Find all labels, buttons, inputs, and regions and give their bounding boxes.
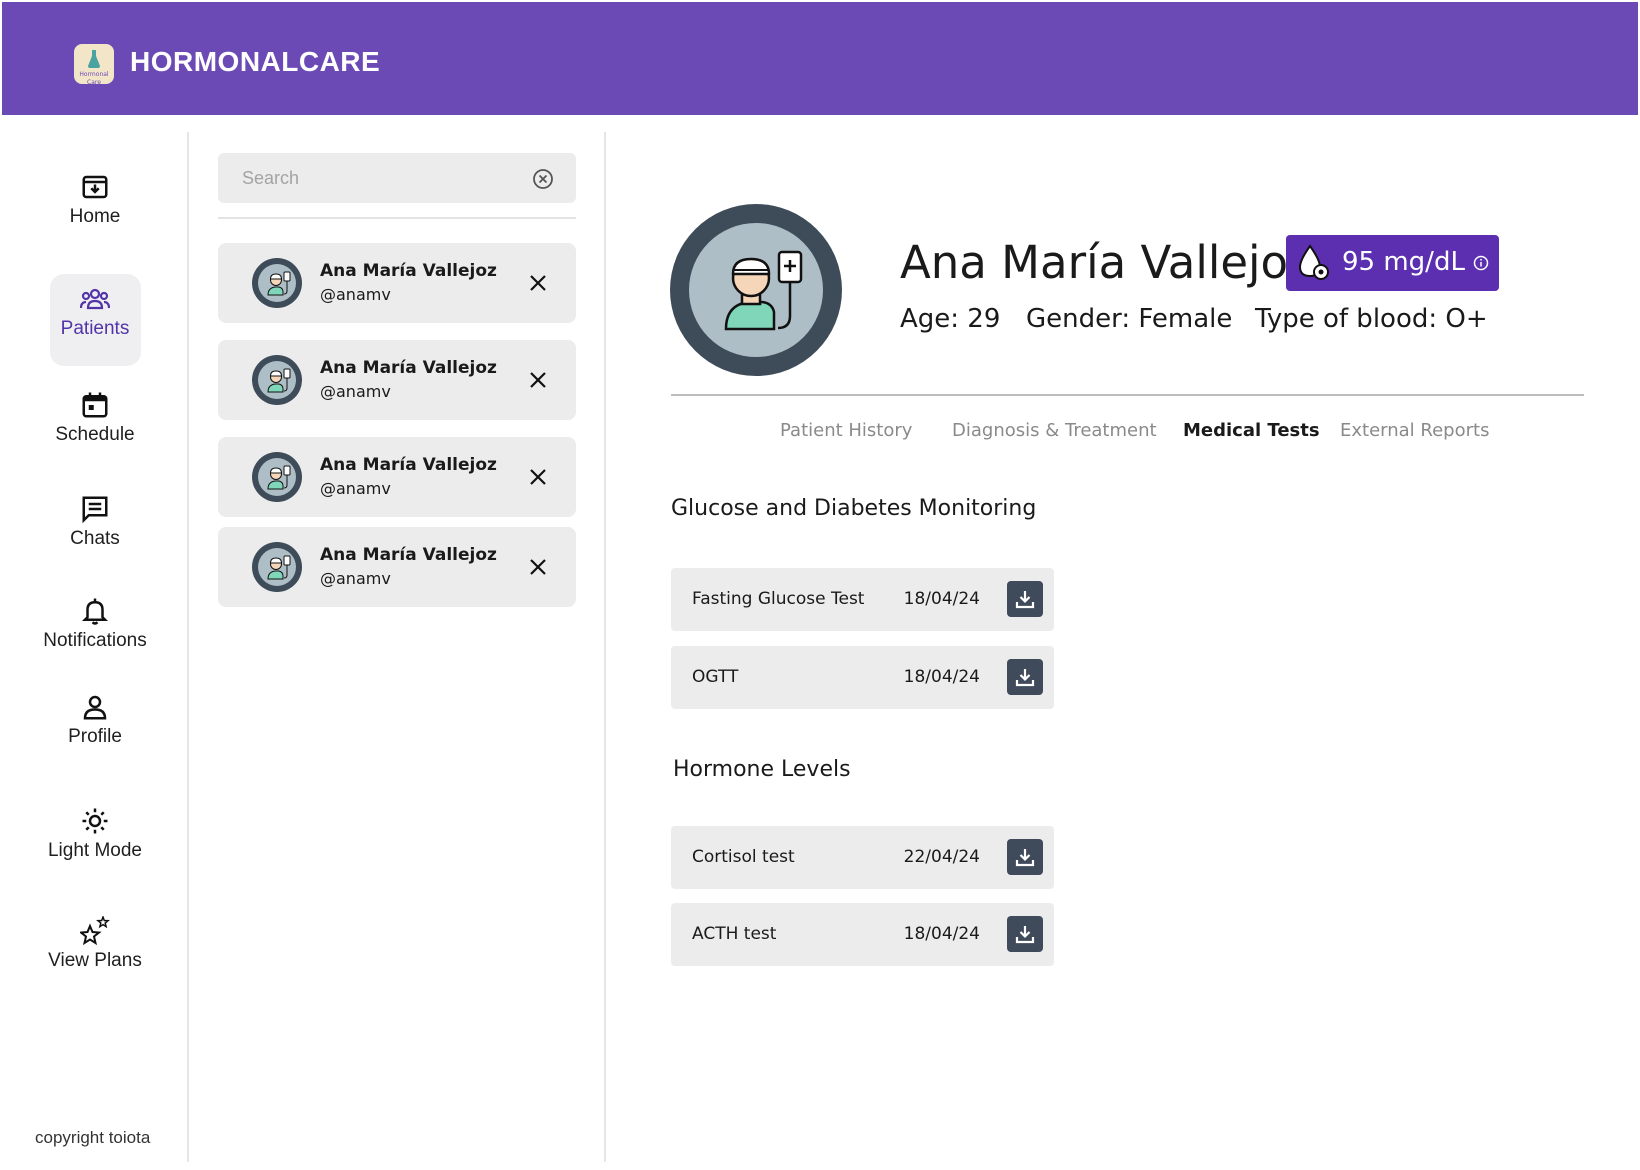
app-title: HORMONALCARE: [130, 46, 381, 77]
chat-icon: [82, 496, 108, 524]
patient-avatar-icon: [252, 258, 302, 308]
test-date: 18/04/24: [903, 589, 980, 609]
test-name: ACTH test: [692, 924, 777, 944]
stars-icon: [80, 916, 110, 946]
test-name: OGTT: [692, 667, 739, 687]
blood-drop-icon: [1298, 244, 1329, 280]
tab-patient-history[interactable]: Patient History: [780, 420, 912, 441]
nav-item-view-plans[interactable]: View Plans: [0, 916, 190, 1006]
patient-card-username: @anamv: [320, 285, 391, 304]
nav-label: Profile: [68, 726, 122, 747]
section-title-hormones: Hormone Levels: [673, 757, 851, 782]
patient-card[interactable]: Ana María Vallejoz @anamv: [218, 527, 576, 607]
sidebar-nav: Home Patients Schedule Chats Notificatio…: [0, 132, 188, 1162]
patient-avatar-icon: [252, 542, 302, 592]
bell-icon: [81, 598, 109, 625]
download-button[interactable]: [1007, 839, 1043, 875]
patient-card-username: @anamv: [320, 569, 391, 588]
patient-gender: Gender: Female: [1026, 304, 1233, 334]
patient-card-username: @anamv: [320, 479, 391, 498]
nav-label: Chats: [70, 528, 120, 549]
remove-patient-icon[interactable]: [528, 370, 548, 390]
search-divider: [218, 217, 576, 219]
logo-text: Hormonal Care: [79, 71, 109, 84]
patient-card-name: Ana María Vallejoz: [320, 455, 497, 475]
patient-age: Age: 29: [900, 304, 1001, 334]
patient-card-username: @anamv: [320, 382, 391, 401]
patient-card-name: Ana María Vallejoz: [320, 358, 497, 378]
test-row: Cortisol test 22/04/24: [671, 826, 1054, 889]
test-date: 18/04/24: [903, 667, 980, 687]
remove-patient-icon[interactable]: [528, 273, 548, 293]
tab-diagnosis-treatment[interactable]: Diagnosis & Treatment: [952, 420, 1157, 441]
search-input[interactable]: [242, 153, 522, 203]
remove-patient-icon[interactable]: [528, 557, 548, 577]
patient-card-name: Ana María Vallejoz: [320, 545, 497, 565]
nav-item-schedule[interactable]: Schedule: [0, 390, 190, 480]
clear-search-icon[interactable]: [532, 168, 554, 190]
nav-label: Light Mode: [47, 840, 142, 861]
nav-label: Schedule: [55, 424, 135, 445]
patient-avatar-icon: [252, 452, 302, 502]
download-icon: [1015, 849, 1035, 867]
calendar-icon: [82, 392, 108, 418]
info-icon[interactable]: [1473, 255, 1489, 271]
patient-blood-type: Type of blood: O+: [1255, 304, 1488, 334]
nav-item-home[interactable]: Home: [0, 172, 190, 262]
nav-item-notifications[interactable]: Notifications: [0, 596, 190, 686]
nav-item-light-mode[interactable]: Light Mode: [0, 806, 190, 896]
sidebar-divider: [187, 132, 189, 1162]
home-icon: [82, 175, 108, 199]
patient-card[interactable]: Ana María Vallejoz @anamv: [218, 243, 576, 323]
test-name: Cortisol test: [692, 847, 795, 867]
patient-card[interactable]: Ana María Vallejoz @anamv: [218, 437, 576, 517]
top-bar: Hormonal Care HORMONALCARE: [2, 2, 1638, 115]
nav-label: Patients: [60, 318, 130, 339]
patient-card[interactable]: Ana María Vallejoz @anamv: [218, 340, 576, 420]
search-box: [218, 153, 576, 203]
test-row: ACTH test 18/04/24: [671, 903, 1054, 966]
patient-avatar-icon: [252, 355, 302, 405]
test-date: 22/04/24: [903, 847, 980, 867]
profile-divider: [671, 394, 1584, 396]
nav-item-chats[interactable]: Chats: [0, 494, 190, 584]
test-row: Fasting Glucose Test 18/04/24: [671, 568, 1054, 631]
download-icon: [1015, 591, 1035, 609]
download-button[interactable]: [1007, 916, 1043, 952]
download-button[interactable]: [1007, 581, 1043, 617]
test-name: Fasting Glucose Test: [692, 589, 865, 609]
glucose-value: 95 mg/dL: [1342, 247, 1465, 277]
patients-icon: [80, 288, 110, 310]
patient-card-name: Ana María Vallejoz: [320, 261, 497, 281]
nav-item-profile[interactable]: Profile: [0, 692, 190, 782]
nav-item-patients[interactable]: Patients: [0, 274, 190, 374]
tab-external-reports[interactable]: External Reports: [1340, 420, 1489, 441]
patient-avatar: [670, 204, 842, 376]
remove-patient-icon[interactable]: [528, 467, 548, 487]
test-date: 18/04/24: [903, 924, 980, 944]
nav-label: Notifications: [43, 630, 147, 651]
glucose-badge[interactable]: 95 mg/dL: [1286, 235, 1499, 291]
download-button[interactable]: [1007, 659, 1043, 695]
app-logo[interactable]: Hormonal Care: [74, 44, 114, 84]
download-icon: [1015, 926, 1035, 944]
tab-medical-tests[interactable]: Medical Tests: [1183, 420, 1320, 441]
nav-label: View Plans: [48, 950, 142, 971]
sun-icon: [82, 808, 108, 834]
patient-icon: [724, 250, 803, 331]
nav-label: Home: [69, 206, 121, 227]
copyright-text: copyright toiota: [35, 1128, 151, 1147]
patient-name: Ana María Vallejoz: [900, 236, 1312, 289]
download-icon: [1015, 669, 1035, 687]
person-icon: [83, 695, 107, 720]
section-title-glucose: Glucose and Diabetes Monitoring: [671, 496, 1037, 521]
test-row: OGTT 18/04/24: [671, 646, 1054, 709]
list-divider: [604, 132, 606, 1162]
flask-icon: [88, 50, 100, 68]
